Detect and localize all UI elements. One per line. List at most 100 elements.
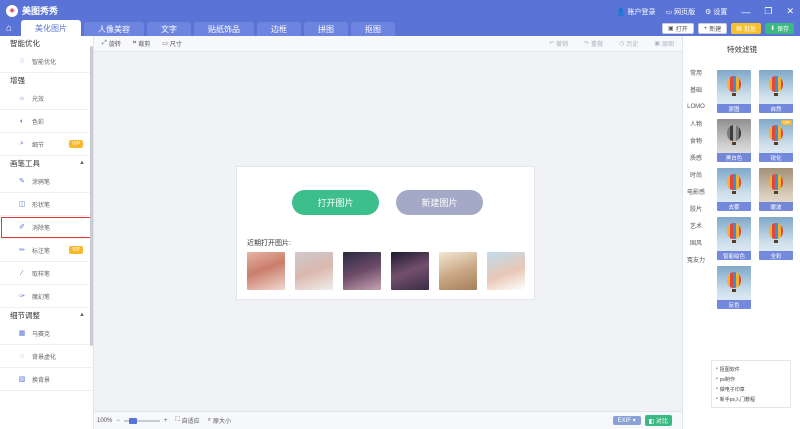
- tab-portrait[interactable]: 人像美容: [84, 22, 144, 36]
- image-icon: ▣: [654, 41, 660, 47]
- tips-link[interactable]: 新手ps入门教程: [716, 394, 786, 404]
- filter-category[interactable]: 质感: [683, 149, 709, 166]
- account-login-link[interactable]: 👤 账户登录: [617, 7, 656, 17]
- sidebar-item-background-blur[interactable]: ◌ 背景虚化: [0, 345, 93, 368]
- filter-thumb-invert[interactable]: 反色: [717, 266, 751, 309]
- tab-frames[interactable]: 边框: [257, 22, 301, 36]
- batch-button[interactable]: ▤ 批处: [731, 23, 761, 34]
- basket-shape: [732, 142, 736, 145]
- recent-image-thumbnail[interactable]: [295, 252, 333, 290]
- sidebar-item-magic-pen[interactable]: ✑ 魔幻笔: [0, 285, 93, 308]
- exif-button[interactable]: EXIF ▾: [612, 416, 641, 425]
- recent-image-thumbnail[interactable]: [487, 252, 525, 290]
- tips-link[interactable]: 做电子印章: [716, 384, 786, 394]
- zoom-slider-handle[interactable]: [128, 417, 137, 424]
- minimize-icon[interactable]: —: [741, 7, 750, 17]
- save-icon: ⬇: [769, 26, 775, 32]
- section-smart-optimize[interactable]: 智能优化: [0, 36, 93, 50]
- compare-icon: ◧: [648, 419, 655, 425]
- actual-size-icon: ⌕: [207, 417, 211, 423]
- sidebar-item-shape-pen[interactable]: ◫ 形状笔: [0, 193, 93, 216]
- zoom-in-icon[interactable]: +: [164, 418, 168, 424]
- rotate-button[interactable]: ⤢ 旋转: [102, 39, 121, 48]
- folder-icon: ▣: [668, 26, 674, 32]
- left-sidebar: 智能优化 ♢ 智能优化 增强 ☼ 光效 ◐ 色彩 ⌕ 细节 VIP 画笔工具 ▲ ✎ 涂鸦笔 …: [0, 36, 94, 429]
- tab-text[interactable]: 文字: [147, 22, 191, 36]
- recent-image-thumbnail[interactable]: [391, 252, 429, 290]
- tips-link[interactable]: 抠图软件: [716, 364, 786, 374]
- recent-image-thumbnail[interactable]: [247, 252, 285, 290]
- size-button[interactable]: ▭ 尺寸: [162, 39, 182, 48]
- crop-button[interactable]: ⌗ 裁剪: [133, 39, 150, 48]
- home-icon[interactable]: ⌂: [0, 20, 18, 36]
- sidebar-item-color[interactable]: ◐ 色彩: [0, 110, 93, 133]
- filter-category[interactable]: 人物: [683, 115, 709, 132]
- section-detail-adjust[interactable]: 细节调整 ▲: [0, 308, 93, 322]
- sidebar-scrollbar[interactable]: [90, 46, 93, 346]
- tab-cutout[interactable]: 抠图: [351, 22, 395, 36]
- sidebar-item-detail[interactable]: ⌕ 细节 VIP: [0, 133, 93, 156]
- fit-icon: ⛶: [175, 417, 180, 423]
- tab-stickers[interactable]: 贴纸饰品: [194, 22, 254, 36]
- section-brush-tools[interactable]: 画笔工具 ▲: [0, 156, 93, 170]
- recent-image-thumbnail[interactable]: [343, 252, 381, 290]
- filter-category[interactable]: 食物: [683, 132, 709, 149]
- filter-category[interactable]: 艺术: [683, 217, 709, 234]
- filter-category[interactable]: 电影感: [683, 183, 709, 200]
- chevron-up-icon[interactable]: ▲: [79, 312, 85, 318]
- filter-thumb-warm[interactable]: 暖波: [759, 168, 793, 211]
- balloon-image: [727, 272, 741, 288]
- sidebar-item-change-background[interactable]: ▧ 换背景: [0, 368, 93, 391]
- filter-category[interactable]: LOMO: [683, 98, 709, 115]
- zoom-out-icon[interactable]: −: [116, 418, 120, 424]
- filter-category[interactable]: 常用: [683, 64, 709, 81]
- zoom-control: 100% − +: [94, 417, 168, 424]
- history-button[interactable]: ◷ 历史: [619, 39, 638, 48]
- filter-thumb-natural[interactable]: 自然: [759, 70, 793, 113]
- tab-collage[interactable]: 拼图: [304, 22, 348, 36]
- sidebar-item-doodle-pen[interactable]: ✎ 涂鸦笔: [0, 170, 93, 193]
- filter-label: 反色: [717, 300, 751, 309]
- section-enhance[interactable]: 增强: [0, 73, 93, 87]
- filter-category[interactable]: 冤友力: [683, 251, 709, 268]
- compare-button[interactable]: ◧ 对比: [644, 415, 672, 426]
- chevron-up-icon[interactable]: ▲: [79, 160, 85, 166]
- new-button[interactable]: + 新建: [697, 23, 728, 34]
- tips-link[interactable]: ps制作: [716, 374, 786, 384]
- filter-thumb-black-white[interactable]: 黑白色: [717, 119, 751, 162]
- filter-category[interactable]: 时尚: [683, 166, 709, 183]
- tab-beautify[interactable]: 美化图片: [21, 20, 81, 36]
- sidebar-item-eraser-pen[interactable]: ✐ 消除笔: [0, 216, 93, 239]
- filter-label: 去雾: [717, 202, 751, 211]
- filter-category[interactable]: 国风: [683, 234, 709, 251]
- open-button[interactable]: ▣ 打开: [662, 23, 694, 34]
- filter-category[interactable]: 胶片: [683, 200, 709, 217]
- zoom-slider[interactable]: [123, 417, 160, 424]
- sidebar-item-label-pen[interactable]: ✏ 标注笔 VIP: [0, 239, 93, 262]
- filter-thumb-full-color[interactable]: 全彩: [759, 217, 793, 260]
- sidebar-item-sample-pen[interactable]: ⁄ 取样笔: [0, 262, 93, 285]
- filter-thumb-sharpen[interactable]: VIP 锐化: [759, 119, 793, 162]
- sidebar-item-mosaic[interactable]: ▦ 马赛克: [0, 322, 93, 345]
- open-image-button[interactable]: 打开图片: [292, 190, 379, 215]
- filter-category[interactable]: 基础: [683, 81, 709, 98]
- save-button[interactable]: ⬇ 保存: [764, 23, 794, 34]
- magnifier-icon: ⌕: [20, 140, 24, 147]
- redo-button[interactable]: ↷ 重做: [584, 39, 603, 48]
- filter-thumb-smart-color[interactable]: 智能绘色: [717, 217, 751, 260]
- recent-image-thumbnail[interactable]: [439, 252, 477, 290]
- sidebar-item-light[interactable]: ☼ 光效: [0, 87, 93, 110]
- filter-label: 黑白色: [717, 153, 751, 162]
- filter-thumb-dehaze[interactable]: 去雾: [717, 168, 751, 211]
- fit-button[interactable]: ⛶ 自适应: [175, 416, 199, 425]
- web-version-link[interactable]: ▭ 网页版: [665, 7, 695, 17]
- restore-icon[interactable]: ❐: [764, 6, 772, 17]
- settings-link[interactable]: ⚙ 设置: [705, 7, 727, 17]
- new-image-button[interactable]: 新建图片: [396, 190, 483, 215]
- sidebar-item-smart-optimize[interactable]: ♢ 智能优化: [0, 50, 93, 73]
- close-icon[interactable]: ✕: [786, 6, 794, 17]
- filter-thumb-original[interactable]: 原图: [717, 70, 751, 113]
- actual-size-button[interactable]: ⌕ 原大小: [208, 416, 231, 425]
- undo-button[interactable]: ↶ 撤销: [549, 39, 568, 48]
- original-button[interactable]: ▣ 原图: [654, 39, 674, 48]
